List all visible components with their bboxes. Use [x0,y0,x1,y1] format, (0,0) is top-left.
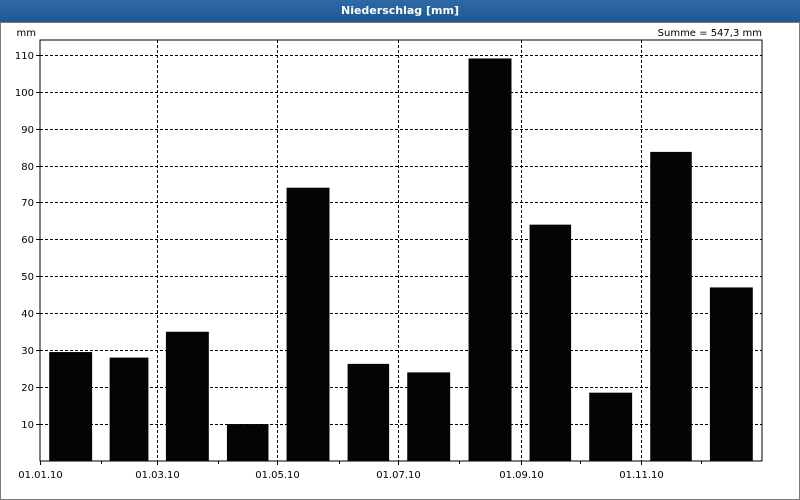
y-tick-label: 110 [15,51,34,62]
bar [165,331,209,461]
bar [49,352,93,461]
bar [226,424,269,461]
y-tick-label: 70 [21,198,34,209]
y-tick-label: 20 [21,383,34,394]
x-tick-label: 01.01.10 [18,470,63,481]
x-tick-label: 01.03.10 [135,470,180,481]
y-tick-label: 60 [21,235,34,246]
y-tick-label: 10 [21,420,34,431]
y-tick-label: 50 [21,272,34,283]
bar [407,372,451,461]
y-tick-label: 90 [21,125,34,136]
bar [109,357,149,461]
x-axis: 01.01.10 01.03.10 01.05.10 01.07.10 01.09.10… [18,461,702,481]
bar [286,187,330,461]
bar [589,392,633,461]
bar [650,151,692,461]
precipitation-chart: 10 20 30 40 50 60 70 80 90 100 110 01.01.10 01.03.1… [15,28,763,481]
y-tick-label: 100 [15,88,34,99]
bars-group [49,58,753,462]
y-tick-label: 80 [21,162,34,173]
x-tick-label: 01.09.10 [499,470,544,481]
x-tick-label: 01.07.10 [376,470,421,481]
y-tick-label: 30 [21,346,34,357]
x-tick-label: 01.05.10 [255,470,300,481]
y-axis-label: mm [17,28,36,39]
bar [709,287,753,461]
bar [347,363,390,461]
bar [529,224,572,461]
y-axis: 10 20 30 40 50 60 70 80 90 100 110 [15,51,40,431]
x-tick-label: 01.11.10 [619,470,664,481]
chart-title: Niederschlag [mm] [0,0,800,22]
sum-annotation: Summe = 547,3 mm [658,28,762,39]
y-tick-label: 40 [21,309,34,320]
bar [468,58,512,462]
